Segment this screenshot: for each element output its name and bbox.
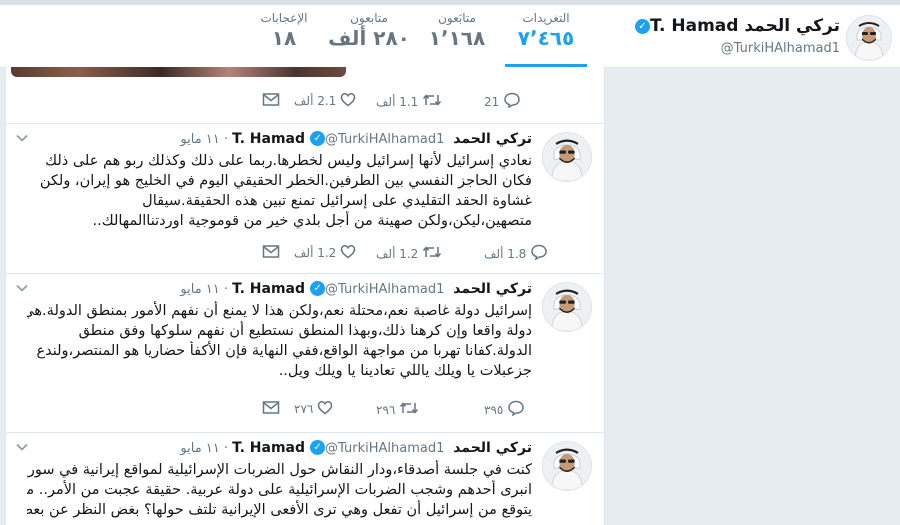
tweet-text-line: متصهين،ليكن،ولكن صهينة من أجل بلدي خير م…	[92, 213, 533, 229]
tweet-avatar[interactable]	[542, 441, 592, 491]
tweet[interactable]: تركي الحمد T. Hamad✓ @TurkiHAlhamad1 · ١١…	[6, 123, 604, 269]
verified-badge-icon: ✓	[310, 131, 326, 146]
like-count: 1.2 ألف	[294, 246, 337, 260]
reply-button[interactable]: 1.8 ألف	[484, 244, 548, 264]
retweet-button[interactable]: 1.2 ألف	[376, 244, 442, 264]
tab-tweets-label: التغريدات	[522, 11, 570, 25]
like-count: ٢٧٦	[294, 402, 314, 416]
tweet-text-line: جزعبلات يا ويلك ياللي تعادينا يا ويلك وي…	[278, 363, 532, 379]
tab-followers[interactable]: متابعون ٢٨٠ ألف	[328, 11, 410, 61]
tweet-date[interactable]: ١١ مايو	[180, 132, 219, 147]
retweet-count: 1.1 ألف	[376, 94, 419, 109]
reply-count: ٣٩٥	[484, 402, 504, 417]
profile-avatar[interactable]	[846, 15, 892, 61]
profile-name[interactable]: تركي الحمد T. Hamad✓	[630, 16, 840, 36]
verified-badge-icon: ✓	[310, 440, 326, 455]
tab-tweets[interactable]: التغريدات ٧٬٤٦٥	[505, 11, 587, 67]
reply-button[interactable]: ٣٩٥	[484, 400, 525, 420]
tweet-text-line: كنت في جلسة أصدقاء،ودار النقاش حول الضرب…	[27, 462, 532, 478]
verified-badge-icon: ✓	[310, 281, 326, 296]
direct-message-icon	[262, 400, 280, 418]
chevron-down-icon[interactable]	[16, 443, 28, 451]
tweet-text-line: إسرائيل دولة غاصبة نعم،محتلة نعم،ولكن هذ…	[27, 303, 532, 319]
profile-handle[interactable]: @TurkiHAlhamad1	[721, 41, 840, 56]
tab-following[interactable]: متابَعون ١٬١٦٨	[416, 11, 498, 61]
like-icon	[317, 400, 333, 418]
tab-tweets-count: ٧٬٤٦٥	[517, 26, 575, 50]
retweet-count: 1.2 ألف	[376, 246, 419, 261]
direct-message-button[interactable]	[262, 244, 280, 264]
like-icon	[340, 92, 356, 110]
retweet-button[interactable]: ٢٩٦	[376, 400, 419, 420]
reply-count: 21	[484, 94, 500, 109]
chevron-down-icon[interactable]	[16, 134, 28, 142]
retweet-count: ٢٩٦	[376, 402, 396, 417]
tab-likes-label: الإعجابات	[260, 11, 308, 25]
reply-icon	[507, 400, 525, 419]
retweet-icon	[422, 92, 442, 111]
like-button[interactable]: 1.2 ألف	[294, 244, 356, 264]
direct-message-icon	[262, 244, 280, 262]
tweet-actions: 21 1.1 ألف 2.1 ألف	[6, 92, 604, 112]
tweet-header: تركي الحمد T. Hamad✓ @TurkiHAlhamad1 · ١١…	[180, 440, 532, 456]
like-button[interactable]: 2.1 ألف	[294, 92, 356, 112]
tab-likes-count: ١٨	[271, 26, 297, 50]
reply-count: 1.8 ألف	[484, 246, 527, 261]
tweet-actions: 1.8 ألف 1.2 ألف 1.2 ألف	[6, 244, 604, 264]
profile-header: تركي الحمد T. Hamad✓ @TurkiHAlhamad1 الت…	[0, 5, 900, 68]
tweet-avatar[interactable]	[542, 132, 592, 182]
media-image[interactable]	[11, 67, 346, 77]
reply-button[interactable]: 21	[484, 92, 521, 112]
profile-card[interactable]: تركي الحمد T. Hamad✓ @TurkiHAlhamad1	[617, 11, 892, 63]
retweet-button[interactable]: 1.1 ألف	[376, 92, 442, 112]
tab-likes[interactable]: الإعجابات ١٨	[248, 11, 320, 61]
tweet-text-line: الدولة.كفانا تهربا من مواجهة الواقع،ففي …	[36, 343, 532, 359]
tweet[interactable]: تركي الحمد T. Hamad✓ @TurkiHAlhamad1 · ١١…	[6, 432, 604, 525]
tweet-author-handle[interactable]: @TurkiHAlhamad1	[325, 441, 444, 456]
tweet-text: إسرائيل دولة غاصبة نعم،محتلة نعم،ولكن هذ…	[27, 301, 532, 381]
tweet-text-line: فكان الحاجز النفسي بين الطرفين.الخطر الح…	[39, 173, 532, 189]
tweet-author-handle[interactable]: @TurkiHAlhamad1	[325, 132, 444, 147]
verified-badge-icon: ✓	[634, 19, 650, 34]
reply-icon	[503, 92, 521, 111]
previous-tweet-media[interactable]	[6, 67, 604, 78]
tweet[interactable]: تركي الحمد T. Hamad✓ @TurkiHAlhamad1 · ١١…	[6, 273, 604, 424]
tweet-avatar[interactable]	[542, 282, 592, 332]
retweet-icon	[399, 400, 419, 419]
direct-message-button[interactable]	[262, 400, 280, 420]
tweet-header: تركي الحمد T. Hamad✓ @TurkiHAlhamad1 · ١١…	[180, 131, 532, 147]
tweet-date[interactable]: ١١ مايو	[180, 441, 219, 456]
like-icon	[340, 244, 356, 262]
tweet-text-line: نعادي إسرائيل لأنها إسرائيل وليس لخطرها.…	[45, 153, 532, 169]
tweet-text-line: يتوقع من إسرائيل أن تفعل وهي ترى الأفعى …	[27, 502, 532, 518]
tab-followers-label: متابعون	[350, 11, 388, 25]
tweet-author-handle[interactable]: @TurkiHAlhamad1	[325, 282, 444, 297]
tweet-header: تركي الحمد T. Hamad✓ @TurkiHAlhamad1 · ١١…	[180, 281, 532, 297]
tab-following-count: ١٬١٦٨	[428, 26, 486, 50]
direct-message-button[interactable]	[262, 92, 280, 112]
tweet-text-line: دولة واقعا وإن كرهنا ذلك،وبهذا المنطق نس…	[78, 323, 532, 339]
tweet-text-line: غشاوة الحقد التقليدي على إسرائيل تمنع تب…	[142, 193, 532, 209]
tweet-text: نعادي إسرائيل لأنها إسرائيل وليس لخطرها.…	[27, 151, 532, 231]
tweet-date[interactable]: ١١ مايو	[180, 282, 219, 297]
like-button[interactable]: ٢٧٦	[294, 400, 333, 420]
like-count: 2.1 ألف	[294, 94, 337, 108]
tweet-timeline[interactable]: 21 1.1 ألف 2.1 ألف تركي الحمد T. Hamad✓ …	[5, 67, 605, 525]
retweet-icon	[422, 244, 442, 263]
tweet-text-line: انبرى أحدهم وشجب الضربات الإسرائيلية على…	[27, 482, 532, 498]
chevron-down-icon[interactable]	[16, 284, 28, 292]
tab-followers-count: ٢٨٠ ألف	[328, 26, 410, 50]
tab-following-label: متابَعون	[438, 11, 476, 25]
tweet-actions: ٣٩٥ ٢٩٦ ٢٧٦	[6, 400, 604, 420]
direct-message-icon	[262, 92, 280, 110]
reply-icon	[530, 244, 548, 263]
tweet-text: كنت في جلسة أصدقاء،ودار النقاش حول الضرب…	[27, 460, 532, 520]
